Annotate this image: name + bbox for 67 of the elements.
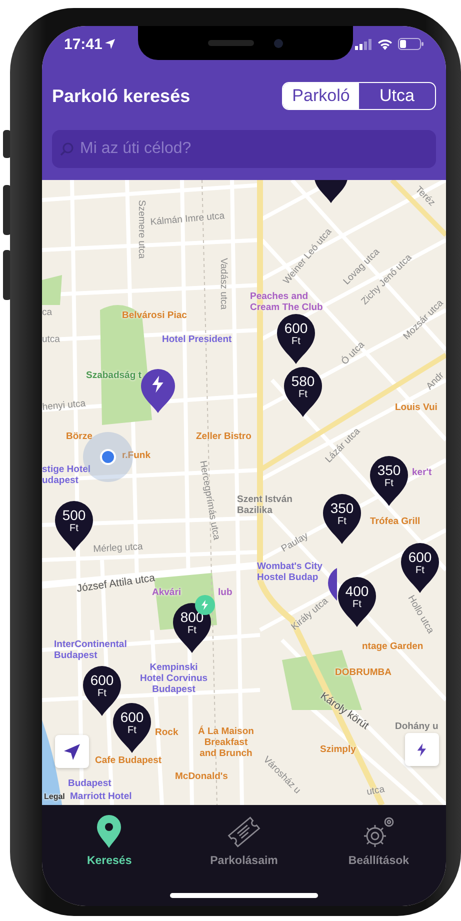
map-label: Mérleg utca (93, 542, 144, 556)
map-label: Dohány u (395, 722, 438, 733)
map-label: lub (218, 588, 232, 599)
map-label: Vadász utca (217, 258, 228, 310)
map-label: Wombat's City Hostel Budap (257, 562, 322, 584)
map-label: Budapest (68, 779, 112, 790)
price-pin[interactable]: 400 Ft (337, 576, 377, 628)
map-label: Ó utca (340, 340, 368, 368)
map-label: r.Funk (122, 451, 151, 462)
map-label: ker't (412, 468, 432, 479)
screen-title: Parkoló keresés (52, 86, 190, 106)
signal-icon (355, 38, 372, 50)
map-label: Belvárosi Piac (122, 311, 187, 322)
search-icon (60, 142, 74, 156)
price-pin[interactable]: 500 Ft (54, 500, 94, 552)
map-label: Louis Vui (395, 403, 438, 414)
legal-link[interactable]: Legal (44, 792, 65, 802)
main-road-line (390, 180, 446, 237)
segment-tab[interactable]: Parkoló (283, 83, 359, 109)
price-pin[interactable]: 600 Ft (82, 665, 122, 717)
map-label: Hotel President (162, 335, 232, 346)
map-label: Kálmán Imre utca (150, 212, 226, 229)
map-label: utca (42, 335, 60, 346)
map-label: henyi utca (42, 399, 86, 414)
tab-item[interactable]: Parkolásaim (176, 811, 312, 873)
map-label: Szemere utca (135, 200, 146, 259)
tab-item[interactable]: Beállítások (311, 811, 446, 873)
map-label: Á La Maison Breakfast and Brunch (198, 727, 254, 760)
battery-icon (398, 38, 424, 50)
map-label: DOBRUMBA (335, 668, 392, 679)
charger-filter-button[interactable] (405, 733, 439, 766)
locate-button[interactable] (55, 735, 89, 768)
tab-item[interactable]: Keresés (42, 811, 177, 873)
map-label: Marriott Hotel (70, 792, 132, 803)
map-view[interactable] (42, 180, 446, 805)
location-arrow-icon (105, 39, 116, 49)
lightning-icon (199, 599, 211, 611)
map-label: Trófea Grill (370, 517, 420, 528)
map-label: Akvári (152, 588, 182, 599)
map-label: Zeller Bistro (196, 432, 252, 443)
map-label: Kempinski Hotel Corvinus Budapest (140, 663, 208, 696)
map-label: ca (42, 308, 52, 319)
status-time: 17:41 (64, 36, 102, 52)
map-label: utca (366, 784, 386, 799)
price-pin[interactable]: 600 Ft (276, 313, 316, 365)
map-label: ntage Garden (362, 642, 424, 653)
price-pin[interactable]: 350 Ft (322, 493, 362, 545)
map-label: McDonald's (175, 772, 228, 783)
price-pin[interactable]: 350 Ft (369, 455, 409, 507)
map-label: Rock (155, 728, 178, 739)
map-label: Cafe Budapest (95, 756, 162, 767)
map-label: Szimply (320, 745, 356, 756)
charger-pin[interactable] (140, 368, 176, 414)
map-label: stige Hotel udapest (42, 465, 91, 487)
segment-tab[interactable]: Utca (359, 83, 435, 109)
ticket-icon (227, 815, 261, 849)
map-label: Peaches and Cream The Club (250, 292, 323, 314)
park-area (42, 275, 62, 305)
wifi-icon (377, 38, 393, 50)
map-pin-icon (96, 815, 122, 849)
price-pin[interactable]: 600 Ft (112, 702, 152, 754)
price-pin[interactable]: 600 Ft (400, 542, 440, 594)
price-pin[interactable]: 580 Ft (283, 366, 323, 418)
search-field[interactable]: Mi az úti célod? (52, 130, 436, 168)
map-label: Börze (66, 432, 92, 443)
navigation-arrow-icon (63, 742, 81, 760)
map-label: InterContinental Budapest (54, 640, 127, 662)
